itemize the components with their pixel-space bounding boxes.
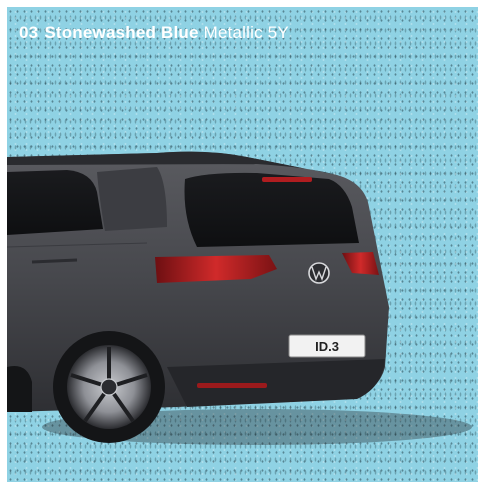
car-image: ID.3 <box>7 151 472 445</box>
license-plate-text: ID.3 <box>315 339 339 354</box>
color-swatch-frame: 03 Stonewashed Blue Metallic 5Y ID.3 <box>7 7 478 482</box>
